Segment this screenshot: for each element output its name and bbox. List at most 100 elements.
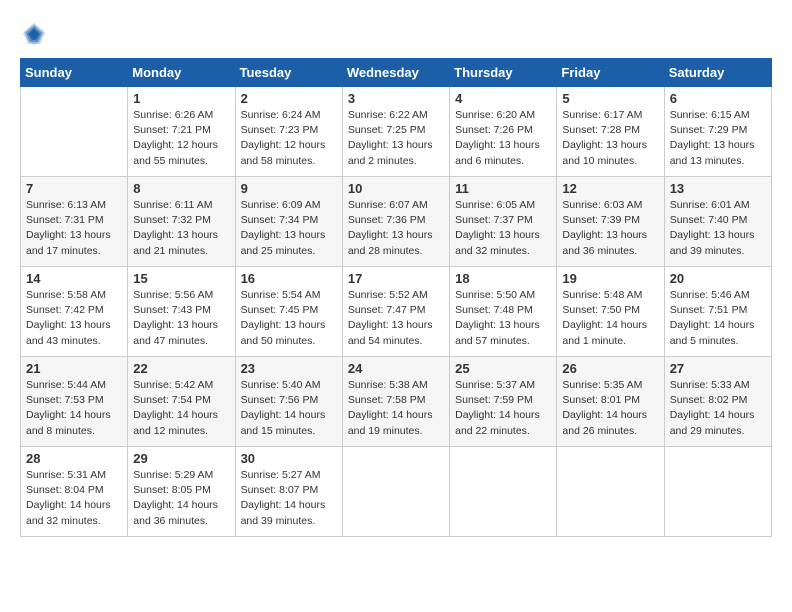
day-number: 4 — [455, 91, 551, 106]
day-info: Sunrise: 5:46 AM Sunset: 7:51 PM Dayligh… — [670, 288, 766, 349]
day-number: 20 — [670, 271, 766, 286]
day-number: 16 — [241, 271, 337, 286]
day-info: Sunrise: 6:03 AM Sunset: 7:39 PM Dayligh… — [562, 198, 658, 259]
day-info: Sunrise: 6:24 AM Sunset: 7:23 PM Dayligh… — [241, 108, 337, 169]
day-number: 21 — [26, 361, 122, 376]
day-info: Sunrise: 5:54 AM Sunset: 7:45 PM Dayligh… — [241, 288, 337, 349]
calendar-cell: 30 Sunrise: 5:27 AM Sunset: 8:07 PM Dayli… — [235, 447, 342, 537]
calendar-cell: 16 Sunrise: 5:54 AM Sunset: 7:45 PM Dayli… — [235, 267, 342, 357]
day-number: 8 — [133, 181, 229, 196]
column-header-sunday: Sunday — [21, 59, 128, 87]
column-header-monday: Monday — [128, 59, 235, 87]
calendar-cell: 19 Sunrise: 5:48 AM Sunset: 7:50 PM Dayli… — [557, 267, 664, 357]
calendar-cell: 7Sunrise: 6:13 AM Sunset: 7:31 PM Daylig… — [21, 177, 128, 267]
day-info: Sunrise: 5:52 AM Sunset: 7:47 PM Dayligh… — [348, 288, 444, 349]
day-number: 6 — [670, 91, 766, 106]
calendar-cell: 23 Sunrise: 5:40 AM Sunset: 7:56 PM Dayli… — [235, 357, 342, 447]
day-number: 24 — [348, 361, 444, 376]
day-info: Sunrise: 5:37 AM Sunset: 7:59 PM Dayligh… — [455, 378, 551, 439]
day-info: Sunrise: 5:40 AM Sunset: 7:56 PM Dayligh… — [241, 378, 337, 439]
column-header-tuesday: Tuesday — [235, 59, 342, 87]
calendar-week-row: 1Sunrise: 6:26 AM Sunset: 7:21 PM Daylig… — [21, 87, 772, 177]
calendar-week-row: 21 Sunrise: 5:44 AM Sunset: 7:53 PM Dayli… — [21, 357, 772, 447]
calendar-cell: 12Sunrise: 6:03 AM Sunset: 7:39 PM Dayli… — [557, 177, 664, 267]
calendar-cell: 26 Sunrise: 5:35 AM Sunset: 8:01 PM Dayli… — [557, 357, 664, 447]
page-header — [20, 20, 772, 48]
calendar-cell: 28 Sunrise: 5:31 AM Sunset: 8:04 PM Dayli… — [21, 447, 128, 537]
calendar-cell: 11 Sunrise: 6:05 AM Sunset: 7:37 PM Dayli… — [450, 177, 557, 267]
calendar-cell: 18Sunrise: 5:50 AM Sunset: 7:48 PM Dayli… — [450, 267, 557, 357]
calendar-cell: 13 Sunrise: 6:01 AM Sunset: 7:40 PM Dayli… — [664, 177, 771, 267]
day-number: 25 — [455, 361, 551, 376]
calendar-table: SundayMondayTuesdayWednesdayThursdayFrid… — [20, 58, 772, 537]
day-number: 30 — [241, 451, 337, 466]
calendar-cell: 22 Sunrise: 5:42 AM Sunset: 7:54 PM Dayli… — [128, 357, 235, 447]
day-number: 26 — [562, 361, 658, 376]
day-info: Sunrise: 5:58 AM Sunset: 7:42 PM Dayligh… — [26, 288, 122, 349]
calendar-cell: 20 Sunrise: 5:46 AM Sunset: 7:51 PM Dayli… — [664, 267, 771, 357]
day-number: 28 — [26, 451, 122, 466]
day-number: 19 — [562, 271, 658, 286]
day-number: 15 — [133, 271, 229, 286]
calendar-cell: 5 Sunrise: 6:17 AM Sunset: 7:28 PM Daylig… — [557, 87, 664, 177]
day-number: 5 — [562, 91, 658, 106]
day-info: Sunrise: 5:29 AM Sunset: 8:05 PM Dayligh… — [133, 468, 229, 529]
column-header-friday: Friday — [557, 59, 664, 87]
day-info: Sunrise: 6:15 AM Sunset: 7:29 PM Dayligh… — [670, 108, 766, 169]
calendar-cell: 10 Sunrise: 6:07 AM Sunset: 7:36 PM Dayli… — [342, 177, 449, 267]
day-info: Sunrise: 5:50 AM Sunset: 7:48 PM Dayligh… — [455, 288, 551, 349]
day-number: 11 — [455, 181, 551, 196]
day-number: 9 — [241, 181, 337, 196]
calendar-cell: 2 Sunrise: 6:24 AM Sunset: 7:23 PM Daylig… — [235, 87, 342, 177]
day-number: 10 — [348, 181, 444, 196]
calendar-cell — [342, 447, 449, 537]
calendar-cell — [21, 87, 128, 177]
calendar-cell: 8 Sunrise: 6:11 AM Sunset: 7:32 PM Daylig… — [128, 177, 235, 267]
day-number: 29 — [133, 451, 229, 466]
calendar-cell: 27Sunrise: 5:33 AM Sunset: 8:02 PM Dayli… — [664, 357, 771, 447]
day-number: 14 — [26, 271, 122, 286]
day-info: Sunrise: 6:11 AM Sunset: 7:32 PM Dayligh… — [133, 198, 229, 259]
day-info: Sunrise: 6:26 AM Sunset: 7:21 PM Dayligh… — [133, 108, 229, 169]
day-info: Sunrise: 6:01 AM Sunset: 7:40 PM Dayligh… — [670, 198, 766, 259]
calendar-cell: 14 Sunrise: 5:58 AM Sunset: 7:42 PM Dayli… — [21, 267, 128, 357]
day-info: Sunrise: 6:05 AM Sunset: 7:37 PM Dayligh… — [455, 198, 551, 259]
day-number: 23 — [241, 361, 337, 376]
calendar-cell — [664, 447, 771, 537]
calendar-cell: 9Sunrise: 6:09 AM Sunset: 7:34 PM Daylig… — [235, 177, 342, 267]
day-number: 13 — [670, 181, 766, 196]
calendar-cell: 29 Sunrise: 5:29 AM Sunset: 8:05 PM Dayli… — [128, 447, 235, 537]
day-info: Sunrise: 6:20 AM Sunset: 7:26 PM Dayligh… — [455, 108, 551, 169]
calendar-cell: 4 Sunrise: 6:20 AM Sunset: 7:26 PM Daylig… — [450, 87, 557, 177]
day-info: Sunrise: 5:48 AM Sunset: 7:50 PM Dayligh… — [562, 288, 658, 349]
day-info: Sunrise: 5:38 AM Sunset: 7:58 PM Dayligh… — [348, 378, 444, 439]
calendar-cell: 3Sunrise: 6:22 AM Sunset: 7:25 PM Daylig… — [342, 87, 449, 177]
day-number: 17 — [348, 271, 444, 286]
calendar-week-row: 28 Sunrise: 5:31 AM Sunset: 8:04 PM Dayli… — [21, 447, 772, 537]
day-info: Sunrise: 5:56 AM Sunset: 7:43 PM Dayligh… — [133, 288, 229, 349]
calendar-cell — [450, 447, 557, 537]
column-header-wednesday: Wednesday — [342, 59, 449, 87]
day-info: Sunrise: 5:44 AM Sunset: 7:53 PM Dayligh… — [26, 378, 122, 439]
day-number: 22 — [133, 361, 229, 376]
calendar-cell: 15 Sunrise: 5:56 AM Sunset: 7:43 PM Dayli… — [128, 267, 235, 357]
calendar-week-row: 14 Sunrise: 5:58 AM Sunset: 7:42 PM Dayli… — [21, 267, 772, 357]
logo — [20, 20, 52, 48]
day-info: Sunrise: 5:27 AM Sunset: 8:07 PM Dayligh… — [241, 468, 337, 529]
calendar-cell: 1Sunrise: 6:26 AM Sunset: 7:21 PM Daylig… — [128, 87, 235, 177]
calendar-week-row: 7Sunrise: 6:13 AM Sunset: 7:31 PM Daylig… — [21, 177, 772, 267]
column-header-thursday: Thursday — [450, 59, 557, 87]
column-header-saturday: Saturday — [664, 59, 771, 87]
day-info: Sunrise: 5:33 AM Sunset: 8:02 PM Dayligh… — [670, 378, 766, 439]
calendar-cell: 6 Sunrise: 6:15 AM Sunset: 7:29 PM Daylig… — [664, 87, 771, 177]
day-info: Sunrise: 5:42 AM Sunset: 7:54 PM Dayligh… — [133, 378, 229, 439]
logo-icon — [20, 20, 48, 48]
day-info: Sunrise: 5:31 AM Sunset: 8:04 PM Dayligh… — [26, 468, 122, 529]
day-info: Sunrise: 6:07 AM Sunset: 7:36 PM Dayligh… — [348, 198, 444, 259]
day-number: 2 — [241, 91, 337, 106]
calendar-cell — [557, 447, 664, 537]
day-info: Sunrise: 6:22 AM Sunset: 7:25 PM Dayligh… — [348, 108, 444, 169]
day-info: Sunrise: 6:17 AM Sunset: 7:28 PM Dayligh… — [562, 108, 658, 169]
calendar-cell: 25 Sunrise: 5:37 AM Sunset: 7:59 PM Dayli… — [450, 357, 557, 447]
day-info: Sunrise: 5:35 AM Sunset: 8:01 PM Dayligh… — [562, 378, 658, 439]
